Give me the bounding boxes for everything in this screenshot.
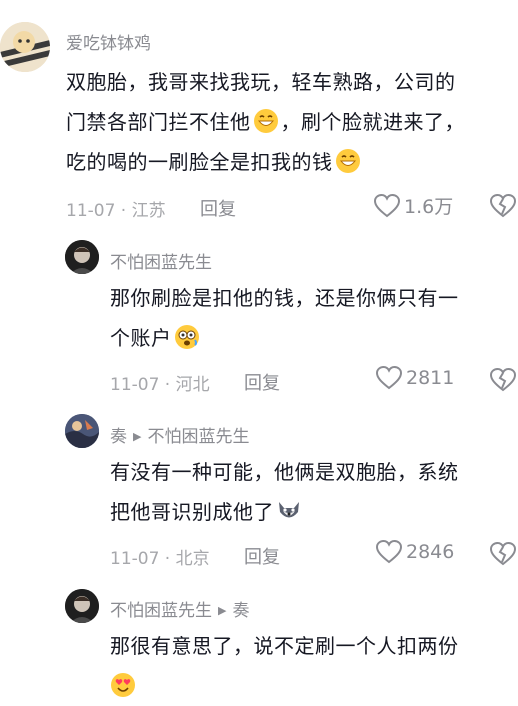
heart-outline-icon [376,540,402,564]
reply-to-username[interactable]: 奏 [232,601,249,621]
comment-text: 双胞胎，我哥来找我玩，轻车熟路，公司的 门禁各部门拦不住他 ，刷个脸就进来了， 吃… [66,62,516,182]
like-button[interactable]: 1.6万 [374,192,453,219]
grinning-emoji-icon [335,149,360,173]
avatar[interactable] [0,22,50,72]
wolf-emoji-icon [279,502,299,518]
grinning-emoji-icon [253,109,278,133]
comment-text-line [110,666,510,706]
reply-arrow-icon: ▶ [218,604,227,617]
like-count: 2811 [406,367,455,389]
like-button[interactable]: 2846 [376,540,454,564]
comment-text-line: 个账户 [110,318,510,358]
comment-text-line: 那很有意思了，说不定刷一个人扣两份 [110,634,459,658]
like-count: 1.6万 [404,196,454,218]
comment-text-line: 双胞胎，我哥来找我玩，轻车熟路，公司的 [66,70,456,94]
comment-text-line: 吃的喝的一刷脸全是扣我的钱 [66,142,516,182]
comment-text-line: 把他哥识别成他了 [110,492,510,532]
reply-button[interactable]: 回复 [244,369,280,395]
comment-text-line: 有没有一种可能，他俩是双胞胎，系统 [110,460,459,484]
comment-username[interactable]: 不怕困蓝先生 [110,248,212,273]
comment-username-line: 不怕困蓝先生 ▶ 奏 [110,596,249,621]
heart-eyes-emoji-icon [111,673,135,697]
reply-button[interactable]: 回复 [244,543,280,569]
heart-outline-icon [374,193,400,217]
comment-username-line: 奏 ▶ 不怕困蓝先生 [110,422,249,447]
broken-heart-icon[interactable] [490,194,516,218]
avatar[interactable] [65,240,99,274]
comment-username[interactable]: 爱吃钵钵鸡 [66,29,151,54]
comment-date-location: 11-07 · 河北 [110,375,210,395]
avatar[interactable] [65,414,99,448]
comment-text: 那很有意思了，说不定刷一个人扣两份 [110,626,510,706]
reply-button[interactable]: 回复 [200,195,236,221]
avatar[interactable] [65,589,99,623]
like-count: 2846 [406,541,455,563]
like-button[interactable]: 2811 [376,366,454,390]
dizzy-face-emoji-icon [174,325,199,349]
broken-heart-icon[interactable] [490,368,516,392]
broken-heart-icon[interactable] [490,542,516,566]
reply-arrow-icon: ▶ [133,430,142,443]
comment-text-line: 门禁各部门拦不住他 ，刷个脸就进来了， [66,109,465,134]
comment-username[interactable]: 奏 [110,427,127,447]
comment-date-location: 11-07 · 江苏 [66,201,166,221]
comment-date-location: 11-07 · 北京 [110,549,210,569]
comment-text: 有没有一种可能，他俩是双胞胎，系统 把他哥识别成他了 [110,452,510,532]
comment-text-line: 那你刷脸是扣他的钱，还是你俩只有一 [110,286,459,310]
comment-text: 那你刷脸是扣他的钱，还是你俩只有一 个账户 [110,278,510,358]
reply-to-username[interactable]: 不怕困蓝先生 [147,427,249,447]
comment-username[interactable]: 不怕困蓝先生 [110,601,212,621]
heart-outline-icon [376,366,402,390]
